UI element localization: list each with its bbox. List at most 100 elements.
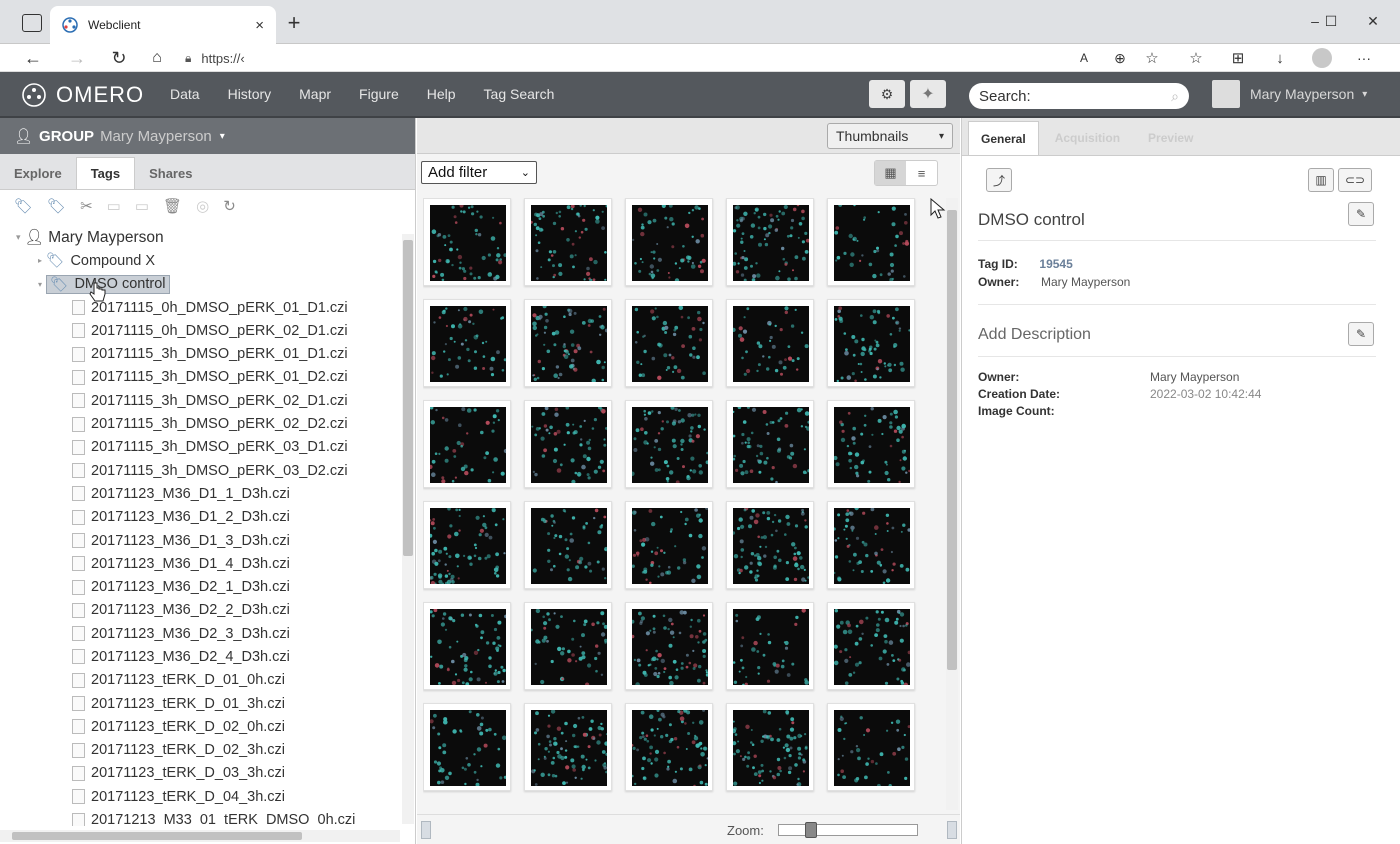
favorite-icon[interactable]: ☆ [1140, 46, 1164, 70]
omero-logo[interactable]: OMERO [20, 81, 144, 109]
copy-icon[interactable]: ▭ [107, 197, 121, 215]
collections-icon[interactable]: ⊞ [1226, 46, 1250, 70]
image-thumbnail[interactable] [625, 198, 713, 286]
image-thumbnail[interactable] [625, 501, 713, 589]
zoom-slider[interactable] [778, 822, 918, 838]
image-thumbnail[interactable] [827, 602, 915, 690]
tab-shares[interactable]: Shares [135, 157, 206, 189]
image-thumbnail[interactable] [726, 602, 814, 690]
delete-icon[interactable]: 🗑︎ [163, 197, 182, 215]
tree-root[interactable]: ▾ 👤︎ Mary Mayperson [0, 226, 402, 249]
tab-tags[interactable]: Tags [75, 157, 136, 189]
image-thumbnail[interactable] [423, 198, 511, 286]
refresh-icon[interactable]: ↻ [223, 197, 236, 215]
profile-icon[interactable] [1312, 48, 1332, 68]
browser-tab[interactable]: Webclient × [50, 6, 276, 44]
image-thumbnail[interactable] [625, 400, 713, 488]
image-thumbnail[interactable] [423, 501, 511, 589]
tab-acquisition[interactable]: Acquisition [1043, 121, 1132, 155]
resize-handle-icon[interactable] [421, 821, 431, 839]
add-description[interactable]: Add Description [978, 326, 1091, 344]
tree-file[interactable]: 20171115_0h_DMSO_pERK_02_D1.czi [0, 319, 402, 342]
tree-file[interactable]: 20171115_3h_DMSO_pERK_01_D2.czi [0, 366, 402, 389]
tree-file[interactable]: 20171123_M36_D1_3_D3h.czi [0, 529, 402, 552]
tree-file[interactable]: 20171123_M36_D1_4_D3h.czi [0, 552, 402, 575]
link-icon[interactable]: ◎ [196, 197, 209, 215]
tree-file[interactable]: 20171123_tERK_D_02_3h.czi [0, 739, 402, 762]
tree-file[interactable]: 20171115_3h_DMSO_pERK_02_D2.czi [0, 412, 402, 435]
close-tab-icon[interactable]: × [255, 17, 264, 34]
image-thumbnail[interactable] [524, 400, 612, 488]
tab-general[interactable]: General [968, 121, 1039, 155]
favorites-list-icon[interactable]: ☆ [1184, 46, 1208, 70]
tree-file[interactable]: 20171115_3h_DMSO_pERK_03_D2.czi [0, 459, 402, 482]
image-thumbnail[interactable] [524, 198, 612, 286]
image-thumbnail[interactable] [827, 703, 915, 791]
image-thumbnail[interactable] [524, 299, 612, 387]
search-input[interactable]: Search: ⌕ [969, 83, 1189, 109]
view-select[interactable]: Thumbnails ▾ [827, 123, 953, 149]
nav-figure[interactable]: Figure [359, 86, 399, 102]
forward-icon[interactable]: → [66, 46, 88, 70]
grid-scrollbar[interactable] [946, 198, 958, 810]
downloads-icon[interactable]: ↓ [1268, 46, 1292, 70]
search-icon[interactable]: ⌕ [1171, 88, 1179, 105]
tree-file[interactable]: 20171123_M36_D2_3_D3h.czi [0, 622, 402, 645]
reload-icon[interactable]: ↻ [108, 46, 130, 70]
image-thumbnail[interactable] [827, 198, 915, 286]
image-thumbnail[interactable] [726, 703, 814, 791]
open-with-icon[interactable]: ⤴ [986, 168, 1012, 192]
columns-icon[interactable]: ▥ [1308, 168, 1334, 192]
activities-icon[interactable]: ✦ [910, 80, 946, 108]
image-thumbnail[interactable] [524, 602, 612, 690]
image-thumbnail[interactable] [524, 501, 612, 589]
tree-file[interactable]: 20171115_0h_DMSO_pERK_01_D1.czi [0, 296, 402, 319]
resize-handle-icon[interactable] [947, 821, 957, 839]
tree-file[interactable]: 20171123_tERK_D_02_0h.czi [0, 715, 402, 738]
collapse-icon[interactable]: ▾ [16, 232, 21, 243]
new-tab-button[interactable]: + [282, 8, 306, 38]
image-thumbnail[interactable] [827, 501, 915, 589]
scripts-icon[interactable]: ⚙ [869, 80, 905, 108]
edit-name-icon[interactable]: ✎ [1348, 202, 1374, 226]
zoom-slider-handle[interactable] [804, 822, 817, 838]
tree-file[interactable]: 20171123_tERK_D_01_0h.czi [0, 669, 402, 692]
nav-history[interactable]: History [228, 86, 272, 102]
tree-tag-selected[interactable]: ▾ 🏷︎ DMSO control [0, 273, 402, 296]
tree-file[interactable]: 20171123_M36_D2_4_D3h.czi [0, 645, 402, 668]
nav-tag-search[interactable]: Tag Search [484, 86, 555, 102]
new-tagset-icon[interactable]: 🏷︎ [14, 197, 33, 215]
tree-file[interactable]: 20171123_M36_D2_2_D3h.czi [0, 599, 402, 622]
new-tag-icon[interactable]: 🏷︎ [47, 197, 66, 215]
image-thumbnail[interactable] [423, 299, 511, 387]
scrollbar-thumb[interactable] [947, 210, 957, 670]
image-thumbnail[interactable] [726, 299, 814, 387]
nav-data[interactable]: Data [170, 86, 200, 102]
url-field[interactable]: 🔒︎ https://‹ [185, 46, 1225, 70]
image-thumbnail[interactable] [726, 400, 814, 488]
list-view-icon[interactable]: ≡ [906, 161, 937, 185]
more-icon[interactable]: ··· [1352, 46, 1376, 70]
image-thumbnail[interactable] [423, 703, 511, 791]
tree-file[interactable]: 20171123_tERK_D_04_3h.czi [0, 785, 402, 808]
image-thumbnail[interactable] [625, 299, 713, 387]
tree-file[interactable]: 20171115_3h_DMSO_pERK_02_D1.czi [0, 389, 402, 412]
scrollbar-thumb[interactable] [12, 832, 302, 840]
add-filter-select[interactable]: Add filter ⌄ [421, 161, 537, 184]
tree-file[interactable]: 20171123_M36_D1_1_D3h.czi [0, 482, 402, 505]
image-thumbnail[interactable] [827, 400, 915, 488]
scrollbar-thumb[interactable] [403, 240, 413, 556]
tab-actions-icon[interactable] [22, 14, 42, 32]
image-thumbnail[interactable] [423, 602, 511, 690]
horizontal-scrollbar[interactable] [0, 830, 400, 842]
close-window-button[interactable]: ✕ [1358, 10, 1388, 32]
group-selector[interactable]: 👤︎ GROUP Mary Mayperson ▾ [0, 118, 415, 154]
cut-icon[interactable]: ✂ [80, 197, 93, 215]
nav-help[interactable]: Help [427, 86, 456, 102]
image-thumbnail[interactable] [827, 299, 915, 387]
link-icon[interactable]: ⊂⊃ [1338, 168, 1372, 192]
tab-explore[interactable]: Explore [0, 157, 76, 189]
grid-view-icon[interactable]: ▦ [875, 161, 906, 185]
tree-file[interactable]: 20171123_M36_D1_2_D3h.czi [0, 506, 402, 529]
tab-preview[interactable]: Preview [1136, 121, 1205, 155]
